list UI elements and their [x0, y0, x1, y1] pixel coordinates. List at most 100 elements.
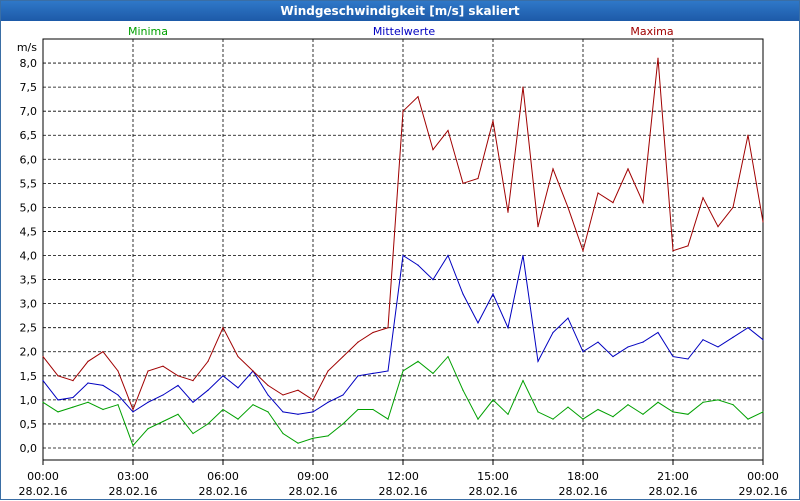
data-point-minima	[192, 432, 194, 435]
data-point-minima	[342, 423, 344, 425]
data-point-mittelwerte	[402, 254, 404, 257]
data-point-maxima	[147, 370, 149, 372]
data-point-mittelwerte	[567, 317, 569, 319]
data-point-minima	[252, 404, 254, 406]
x-tick-date: 28.02.16	[559, 485, 608, 498]
data-point-minima	[147, 428, 149, 430]
data-point-maxima	[297, 389, 299, 391]
legend-maxima: Maxima	[630, 25, 673, 38]
data-point-minima	[612, 416, 614, 418]
x-tick-date: 28.02.16	[649, 485, 698, 498]
data-point-minima	[717, 399, 719, 401]
data-point-maxima	[672, 250, 674, 252]
data-point-mittelwerte	[207, 389, 209, 391]
data-point-minima	[162, 420, 164, 423]
data-point-mittelwerte	[627, 346, 629, 348]
data-point-maxima	[582, 250, 584, 252]
data-point-maxima	[747, 134, 749, 136]
y-tick-label: 6,0	[20, 153, 38, 166]
data-point-minima	[117, 404, 119, 406]
data-point-mittelwerte	[192, 401, 194, 403]
y-tick-label: 2,5	[20, 322, 38, 335]
data-point-minima	[642, 413, 644, 415]
data-point-mittelwerte	[612, 355, 614, 358]
x-tick-date: 28.02.16	[379, 485, 428, 498]
y-tick-label: 4,0	[20, 250, 38, 263]
data-point-maxima	[447, 129, 449, 132]
data-point-minima	[87, 401, 89, 403]
data-point-mittelwerte	[537, 360, 539, 362]
data-point-maxima	[477, 177, 479, 180]
x-tick-date: 29.02.16	[739, 485, 788, 498]
data-point-maxima	[732, 206, 734, 208]
data-point-minima	[207, 423, 209, 425]
data-point-mittelwerte	[342, 394, 344, 396]
data-point-maxima	[462, 182, 464, 184]
x-tick-time: 09:00	[297, 470, 329, 483]
data-point-mittelwerte	[747, 327, 749, 329]
data-point-maxima	[252, 370, 254, 372]
data-point-maxima	[507, 211, 509, 213]
data-point-maxima	[552, 168, 554, 170]
y-tick-label: 1,5	[20, 370, 38, 383]
data-point-minima	[552, 418, 554, 420]
data-point-maxima	[57, 375, 59, 377]
data-point-maxima	[237, 355, 239, 358]
data-point-mittelwerte	[42, 380, 44, 382]
y-tick-label: 0,0	[20, 442, 38, 455]
data-point-maxima	[537, 226, 539, 228]
data-point-minima	[582, 418, 584, 420]
data-point-maxima	[192, 380, 194, 382]
data-point-maxima	[102, 351, 104, 353]
data-point-minima	[492, 399, 494, 401]
data-point-mittelwerte	[552, 331, 554, 334]
data-point-minima	[327, 435, 329, 437]
data-point-minima	[687, 413, 689, 415]
data-point-maxima	[717, 226, 719, 228]
data-point-maxima	[72, 380, 74, 382]
data-point-minima	[522, 380, 524, 382]
data-point-maxima	[627, 168, 629, 170]
data-point-mittelwerte	[477, 322, 479, 324]
data-point-mittelwerte	[732, 336, 734, 338]
data-point-minima	[477, 418, 479, 420]
y-tick-label: 4,5	[20, 225, 38, 238]
data-point-maxima	[42, 355, 44, 358]
data-point-mittelwerte	[222, 375, 224, 377]
data-point-minima	[732, 404, 734, 406]
y-tick-label: 3,5	[20, 274, 38, 287]
data-point-minima	[417, 360, 419, 362]
data-point-mittelwerte	[282, 411, 284, 413]
x-tick-time: 12:00	[387, 470, 419, 483]
data-point-minima	[102, 408, 104, 411]
data-point-mittelwerte	[372, 372, 374, 374]
data-point-minima	[387, 418, 389, 420]
data-point-maxima	[372, 331, 374, 334]
data-point-maxima	[432, 149, 434, 151]
data-point-minima	[267, 411, 269, 413]
y-axis-label: m/s	[17, 41, 37, 54]
data-point-maxima	[522, 86, 524, 88]
y-tick-label: 8,0	[20, 57, 38, 70]
data-point-mittelwerte	[657, 331, 659, 334]
data-point-mittelwerte	[522, 254, 524, 257]
data-point-maxima	[387, 327, 389, 329]
data-point-minima	[507, 413, 509, 415]
data-point-mittelwerte	[177, 384, 179, 387]
data-point-minima	[747, 418, 749, 420]
chart-window: Windgeschwindigkeit [m/s] skaliert 0,0 0,…	[0, 0, 800, 500]
data-point-mittelwerte	[72, 396, 74, 399]
data-point-minima	[432, 372, 434, 374]
data-point-mittelwerte	[717, 346, 719, 348]
data-point-maxima	[657, 57, 659, 59]
data-point-mittelwerte	[672, 355, 674, 358]
data-point-mittelwerte	[582, 351, 584, 353]
data-point-mittelwerte	[387, 370, 389, 372]
data-point-mittelwerte	[312, 411, 314, 413]
y-tick-label: 7,0	[20, 105, 38, 118]
x-tick-time: 00:00	[747, 470, 779, 483]
x-tick-date: 28.02.16	[19, 485, 68, 498]
data-point-minima	[222, 408, 224, 411]
data-point-maxima	[642, 201, 644, 204]
y-tick-label: 6,5	[20, 129, 38, 142]
